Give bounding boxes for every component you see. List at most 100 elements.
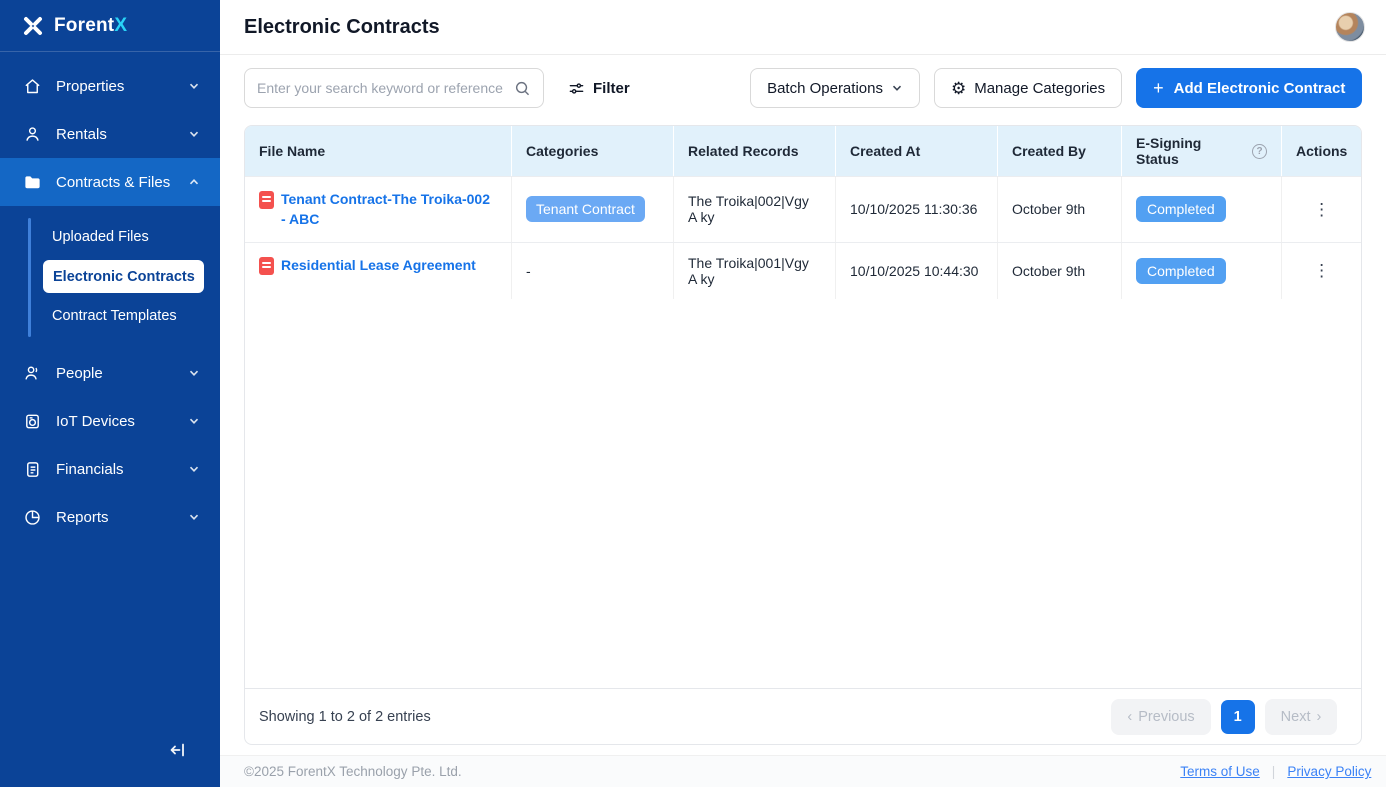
terms-of-use-link[interactable]: Terms of Use [1180,764,1260,779]
created-by-cell: October 9th [998,177,1122,242]
person-icon [22,124,42,144]
table-empty-space [245,299,1361,688]
column-header-esigning-status: E-Signing Status ? [1122,126,1282,176]
brand-name: ForentX [54,15,127,37]
related-records-cell: The Troika|001|Vgy A ky [674,243,836,299]
column-header-file-name: File Name [245,126,512,176]
chevron-down-icon [188,463,200,475]
row-actions-menu-icon[interactable]: ⋮ [1313,262,1330,279]
sidebar-item-contract-templates[interactable]: Contract Templates [0,299,220,333]
sidebar-item-rentals[interactable]: Rentals [0,110,220,158]
next-page-button[interactable]: Next › [1265,699,1338,735]
privacy-policy-link[interactable]: Privacy Policy [1287,764,1371,779]
actions-cell: ⋮ [1282,177,1361,242]
table-row: Tenant Contract-The Troika-002 - ABC Ten… [245,176,1361,242]
sidebar-item-label: Financials [56,461,174,478]
sidebar: ForentX Properties Rentals Contracts & F… [0,0,220,787]
sub-item-label: Contract Templates [52,308,177,324]
batch-operations-button[interactable]: Batch Operations [750,68,920,108]
submenu-rail [28,218,31,337]
sidebar-item-reports[interactable]: Reports [0,493,220,541]
chevron-down-icon [188,415,200,427]
pagination-bar: Showing 1 to 2 of 2 entries ‹ Previous 1… [245,688,1361,744]
sidebar-item-financials[interactable]: Financials [0,445,220,493]
gear-icon: ⚙ [951,80,966,97]
related-records-cell: The Troika|002|Vgy A ky [674,177,836,242]
filter-label: Filter [593,80,630,97]
sidebar-item-uploaded-files[interactable]: Uploaded Files [0,220,220,254]
manage-categories-button[interactable]: ⚙ Manage Categories [934,68,1122,108]
category-badge: Tenant Contract [526,196,645,222]
sidebar-item-properties[interactable]: Properties [0,62,220,110]
brand-x-icon [22,15,44,37]
pdf-file-icon [259,257,274,275]
add-contract-label: Add Electronic Contract [1174,80,1346,97]
page-title: Electronic Contracts [244,16,440,39]
footer-divider: | [1272,764,1276,779]
pdf-file-icon [259,191,274,209]
column-header-created-at: Created At [836,126,998,176]
created-at-cell: 10/10/2025 11:30:36 [836,177,998,242]
column-header-categories: Categories [512,126,674,176]
file-name-cell: Residential Lease Agreement [245,243,512,299]
filter-sliders-icon [568,80,585,97]
sub-item-label: Electronic Contracts [53,269,195,285]
chevron-down-icon [188,367,200,379]
search-icon[interactable] [514,80,531,97]
chevron-down-icon [891,82,903,94]
chevron-left-icon: ‹ [1127,709,1132,725]
sub-item-label: Uploaded Files [52,229,149,245]
sidebar-collapse-button[interactable] [168,740,188,765]
previous-label: Previous [1138,709,1194,725]
manage-categories-label: Manage Categories [974,80,1105,97]
footer-links: Terms of Use | Privacy Policy [1180,764,1371,779]
file-name-link[interactable]: Tenant Contract-The Troika-002 - ABC [281,189,497,230]
copyright-icon: © [244,764,254,779]
sidebar-nav: Properties Rentals Contracts & Files Upl… [0,52,220,541]
sidebar-item-iot-devices[interactable]: IoT Devices [0,397,220,445]
chevron-down-icon [188,511,200,523]
plus-icon: + [1153,78,1164,99]
batch-operations-label: Batch Operations [767,80,883,97]
column-header-created-by: Created By [998,126,1122,176]
home-icon [22,76,42,96]
created-at-cell: 10/10/2025 10:44:30 [836,243,998,299]
search-input[interactable] [257,80,506,96]
brand-logo[interactable]: ForentX [0,0,220,52]
status-badge: Completed [1136,258,1226,284]
status-badge: Completed [1136,196,1226,222]
next-label: Next [1281,709,1311,725]
sidebar-item-label: Reports [56,509,174,526]
pagination-summary: Showing 1 to 2 of 2 entries [259,709,431,725]
collapse-arrow-icon [168,740,188,760]
categories-cell: - [512,243,674,299]
page-number-button[interactable]: 1 [1221,700,1255,734]
page-header: Electronic Contracts [220,0,1386,55]
user-avatar[interactable] [1335,12,1365,42]
sidebar-item-label: IoT Devices [56,413,174,430]
add-electronic-contract-button[interactable]: + Add Electronic Contract [1136,68,1362,108]
folder-icon [22,172,42,192]
sidebar-item-label: Properties [56,78,174,95]
help-icon[interactable]: ? [1252,144,1267,159]
created-by-cell: October 9th [998,243,1122,299]
esigning-status-cell: Completed [1122,177,1282,242]
sidebar-item-people[interactable]: People [0,349,220,397]
pie-chart-icon [22,507,42,527]
filter-button[interactable]: Filter [558,80,640,97]
file-name-link[interactable]: Residential Lease Agreement [281,255,476,275]
sidebar-item-label: Rentals [56,126,174,143]
sidebar-item-electronic-contracts[interactable]: Electronic Contracts [43,260,204,293]
table-header-row: File Name Categories Related Records Cre… [245,126,1361,176]
table-row: Residential Lease Agreement - The Troika… [245,242,1361,299]
people-icon [22,363,42,383]
previous-page-button[interactable]: ‹ Previous [1111,699,1210,735]
main-content: Electronic Contracts Filter Batch Operat… [220,0,1386,787]
sidebar-item-contracts-files[interactable]: Contracts & Files [0,158,220,206]
chevron-down-icon [188,80,200,92]
toolbar: Filter Batch Operations ⚙ Manage Categor… [220,55,1386,108]
row-actions-menu-icon[interactable]: ⋮ [1313,201,1330,218]
sidebar-item-label: Contracts & Files [56,174,174,191]
pagination-controls: ‹ Previous 1 Next › [1111,699,1337,735]
contracts-files-submenu: Uploaded Files Electronic Contracts Cont… [0,206,220,349]
